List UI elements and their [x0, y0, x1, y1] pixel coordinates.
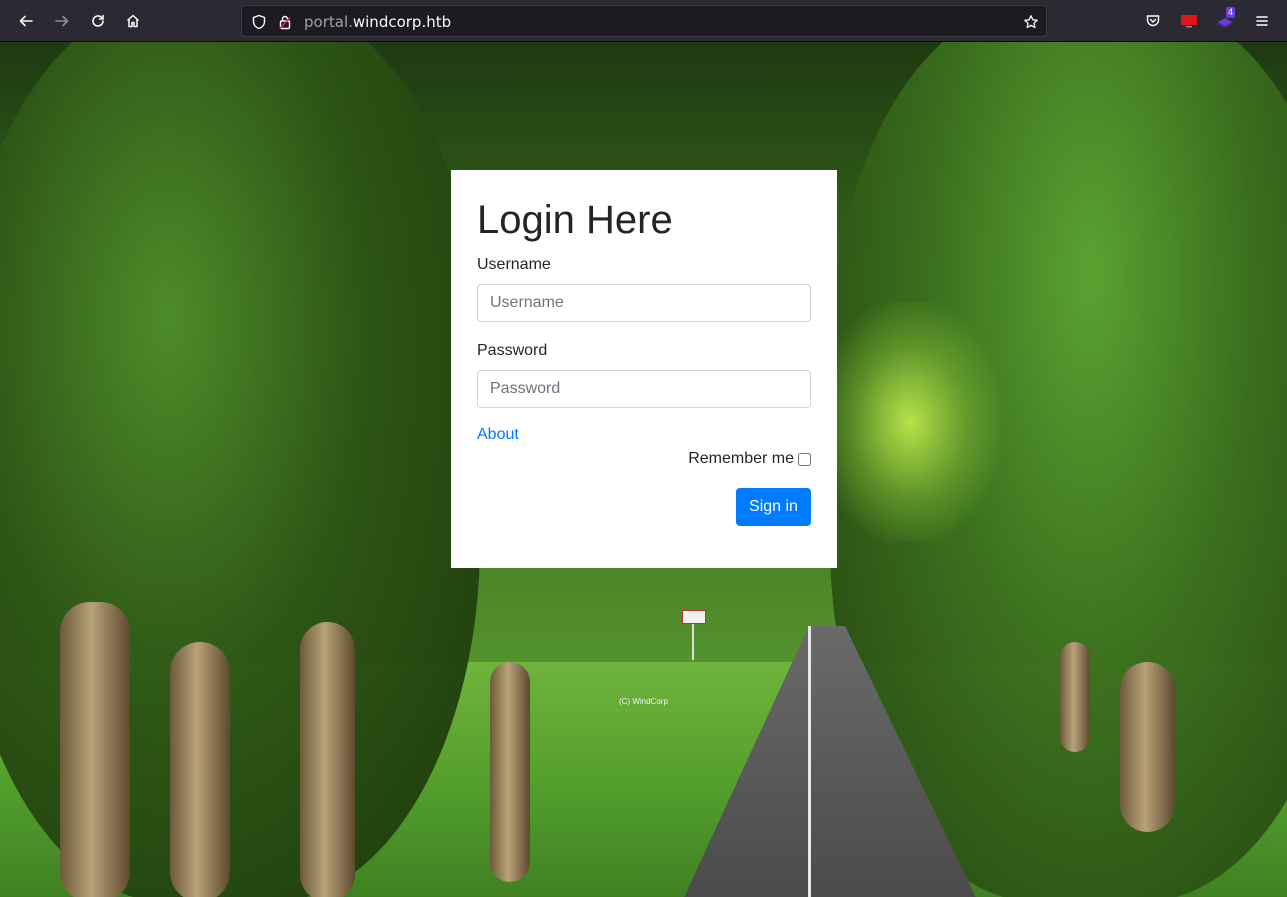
background-trunk	[490, 662, 530, 882]
road-sign-post	[692, 624, 694, 660]
background-trunk	[1060, 642, 1090, 752]
remember-me-checkbox[interactable]	[798, 452, 811, 466]
reload-icon	[92, 14, 104, 27]
login-card: Login Here Username Password About Remem…	[451, 170, 837, 568]
menu-button[interactable]	[1247, 6, 1277, 36]
back-button[interactable]	[11, 6, 41, 36]
password-input[interactable]	[477, 370, 811, 408]
hamburger-menu-icon	[1256, 16, 1268, 26]
background-trunk	[170, 642, 230, 897]
pocket-button[interactable]	[1138, 6, 1168, 36]
red-monitor-icon	[1181, 15, 1197, 28]
forward-button[interactable]	[47, 6, 77, 36]
username-label: Username	[477, 256, 551, 273]
background-trunk	[60, 602, 130, 897]
pocket-icon	[1146, 15, 1160, 27]
sign-in-button[interactable]: Sign in	[736, 488, 811, 526]
reload-button[interactable]	[83, 6, 113, 36]
arrow-right-icon	[55, 15, 69, 27]
road-sign	[682, 610, 706, 624]
about-link[interactable]: About	[477, 426, 519, 444]
insecure-lock-icon[interactable]	[276, 13, 294, 31]
shield-icon[interactable]	[250, 13, 268, 31]
remember-me-label: Remember me	[688, 450, 794, 467]
url-bar[interactable]: portal.windcorp.htb	[241, 5, 1047, 37]
url-text: portal.windcorp.htb	[304, 13, 451, 31]
home-button[interactable]	[118, 6, 148, 36]
extension-monitor-button[interactable]	[1174, 6, 1204, 36]
page-viewport: (C) WindCorp Login Here Username Passwor…	[0, 42, 1287, 897]
copyright-text: (C) WindCorp	[619, 697, 668, 706]
extension-badge-button[interactable]: 4	[1210, 6, 1240, 36]
arrow-left-icon	[19, 15, 33, 27]
password-label: Password	[477, 342, 548, 359]
url-domain: windcorp.htb	[352, 13, 452, 31]
road-center-line	[808, 626, 868, 897]
home-icon	[126, 14, 140, 28]
browser-toolbar: portal.windcorp.htb 4	[0, 0, 1287, 42]
background-sunlight	[820, 302, 1000, 542]
username-input[interactable]	[477, 284, 811, 322]
background-trunk	[300, 622, 355, 897]
background-trunk	[1120, 662, 1175, 832]
bookmark-star-icon[interactable]	[1022, 13, 1040, 31]
extension-badge-count: 4	[1226, 7, 1236, 18]
login-title: Login Here	[477, 198, 673, 242]
remember-me: Remember me	[688, 450, 811, 468]
url-subdomain: portal.	[304, 13, 353, 31]
